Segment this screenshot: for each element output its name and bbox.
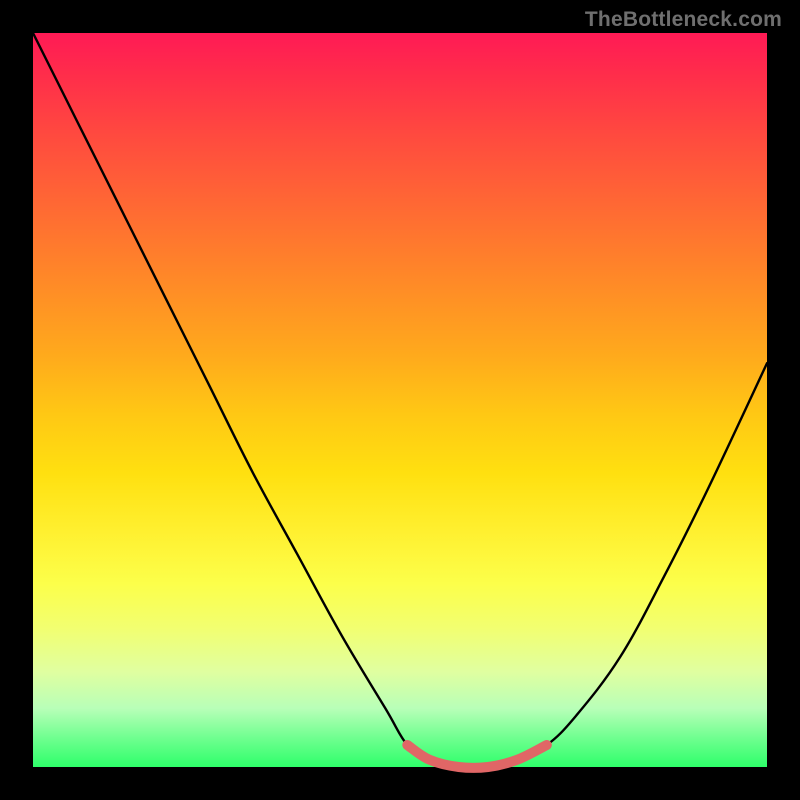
curve-path (33, 33, 767, 768)
curve-optimal-segment (407, 745, 547, 768)
bottleneck-curve (33, 33, 767, 767)
watermark-text: TheBottleneck.com (585, 8, 782, 32)
